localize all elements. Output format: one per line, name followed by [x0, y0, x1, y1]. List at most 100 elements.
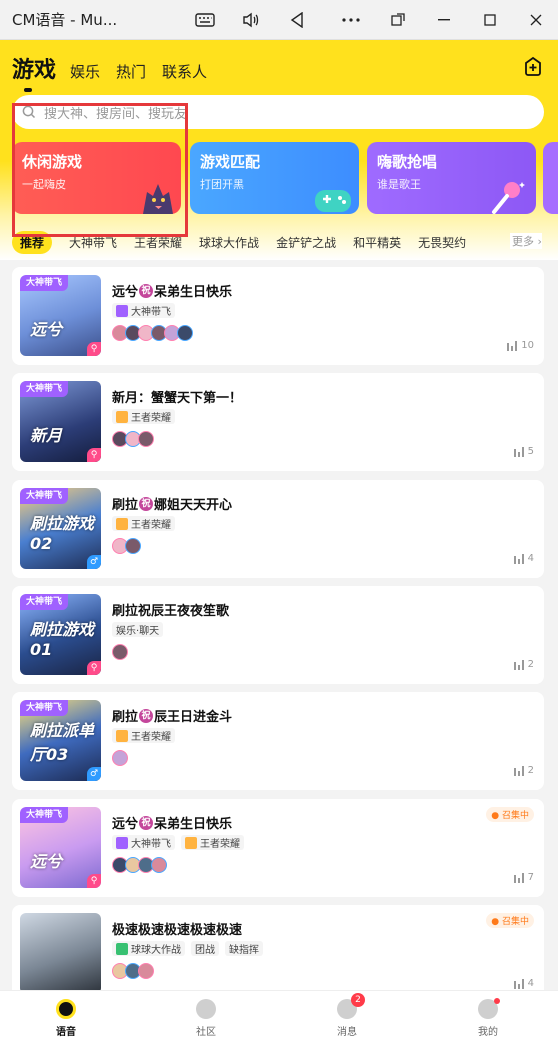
tab-contacts[interactable]: 联系人 — [162, 61, 207, 84]
thumbnail-caption: 远兮 — [30, 320, 63, 339]
signal-bars-icon — [513, 978, 524, 989]
add-room-icon[interactable] — [522, 55, 544, 77]
signal-bars-icon — [513, 446, 524, 457]
blessing-icon: 祝 — [139, 815, 154, 830]
more-filters-button[interactable]: 更多 › — [510, 233, 542, 249]
avatar — [177, 325, 193, 341]
minimize-icon[interactable] — [429, 6, 459, 34]
game-icon — [116, 304, 128, 317]
room-tag: 王者荣耀 — [112, 516, 175, 531]
room-tags: 王者荣耀 — [112, 516, 181, 531]
signal-bars-icon — [513, 659, 524, 670]
room-badge: 大神带飞 — [20, 700, 69, 716]
room-card[interactable]: 大神带飞 刷拉游戏01 ⚲ 刷拉祝辰王夜夜笙歌 娱乐·聊天 2 — [12, 586, 544, 684]
volume-icon[interactable] — [236, 6, 266, 34]
tab-hot[interactable]: 热门 — [116, 61, 146, 84]
filter-recommended[interactable]: 推荐 — [12, 230, 53, 254]
tab-games[interactable]: 游戏 — [12, 52, 56, 92]
room-tags: 王者荣耀 — [112, 728, 181, 743]
filter-tab[interactable]: 和平精英 — [353, 234, 401, 251]
signal-bars-icon — [513, 553, 524, 564]
window-title: CM语音 - Mu... — [12, 11, 118, 29]
thumbnail-caption: 新月 — [30, 426, 63, 445]
room-thumbnail: 大神带飞 刷拉游戏02 ♂ — [20, 488, 101, 569]
room-title-text: 刷拉祝辰王夜夜笙歌 — [112, 604, 230, 619]
tag-label: 王者荣耀 — [131, 732, 171, 743]
room-title-text: 新月：蟹蟹天下第一！ — [112, 391, 243, 406]
listener-count: 4 — [513, 553, 534, 564]
room-tag: 王者荣耀 — [112, 728, 175, 743]
filter-tab[interactable]: 金铲铲之战 — [276, 234, 336, 251]
game-icon — [116, 942, 128, 955]
keyboard-icon[interactable] — [190, 6, 220, 34]
room-thumbnail: 大神带飞 刷拉游戏01 ⚲ — [20, 594, 101, 675]
filter-tab[interactable]: 王者荣耀 — [134, 234, 182, 251]
room-card[interactable]: 大神带飞 新月 ⚲ 新月：蟹蟹天下第一！ 王者荣耀 5 — [12, 373, 544, 471]
room-title-text: 远兮 — [112, 285, 139, 300]
nav-voice[interactable]: 语音 — [36, 999, 96, 1038]
room-title-text: 呆弟生日快乐 — [154, 285, 233, 300]
avatar — [151, 857, 167, 873]
chat-icon: 2 — [337, 993, 365, 1019]
room-card[interactable]: 大神带飞 远兮 ⚲ 远兮祝呆弟生日快乐 大神带飞 10 — [12, 267, 544, 365]
room-tags: 大神带飞 王者荣耀 — [112, 835, 250, 850]
nav-label: 消息 — [337, 1027, 357, 1038]
nav-community[interactable]: 社区 — [176, 999, 236, 1038]
maximize-icon[interactable] — [475, 6, 505, 34]
filter-tab[interactable]: 球球大作战 — [199, 234, 259, 251]
room-tag: 王者荣耀 — [181, 835, 244, 850]
room-badge: 大神带飞 — [20, 488, 69, 504]
room-card[interactable]: 大神带飞 刷拉游戏02 ♂ 刷拉祝娜姐天天开心 王者荣耀 4 — [12, 480, 544, 578]
member-avatars — [112, 325, 193, 341]
listener-count: 5 — [513, 446, 534, 457]
game-icon — [116, 517, 128, 530]
more-label: 更多 — [512, 235, 534, 248]
search-tag-icon: ⚲ — [87, 448, 101, 462]
search-icon — [22, 105, 36, 119]
game-icon — [116, 836, 128, 849]
wolf-mascot-icon — [143, 184, 173, 214]
nav-messages[interactable]: 2 消息 — [317, 993, 377, 1038]
game-icon — [185, 836, 197, 849]
signal-bars-icon — [513, 765, 524, 776]
listener-count: 4 — [513, 978, 534, 989]
tag-label: 缺指挥 — [229, 945, 259, 956]
blessing-icon: 祝 — [139, 283, 154, 298]
filter-tab[interactable]: 无畏契约 — [418, 234, 466, 251]
close-icon[interactable] — [521, 6, 551, 34]
room-tags: 大神带飞 — [112, 303, 181, 318]
window-titlebar: CM语音 - Mu... — [0, 0, 558, 40]
tab-entertainment[interactable]: 娱乐 — [70, 61, 100, 84]
tag-label: 球球大作战 — [131, 945, 181, 956]
category-sing-grab[interactable]: 嗨歌抢唱 谁是歌王 — [367, 142, 536, 214]
header-area: 游戏 娱乐 热门 联系人 搜大神、搜房间、搜玩友 休闲游戏 一起嗨皮 游戏匹配 … — [0, 40, 558, 260]
category-casual-games[interactable]: 休闲游戏 一起嗨皮 — [12, 142, 181, 214]
room-tags: 娱乐·聊天 — [112, 622, 169, 637]
room-card[interactable]: 大神带飞 刷拉派单厅03 ♂ 刷拉祝辰王日进金斗 王者荣耀 2 — [12, 692, 544, 790]
screen-rotate-icon[interactable] — [383, 6, 413, 34]
room-card[interactable]: 极速极速极速极速极速 球球大作战 团战 缺指挥 ● 召集中 4 — [12, 905, 544, 1003]
category-game-match[interactable]: 游戏匹配 打团开黑 — [190, 142, 359, 214]
room-card[interactable]: 大神带飞 远兮 ⚲ 远兮祝呆弟生日快乐 大神带飞 王者荣耀 ● 召集中 7 — [12, 799, 544, 897]
male-icon: ♂ — [87, 767, 101, 781]
room-thumbnail — [20, 913, 101, 994]
room-title: 新月：蟹蟹天下第一！ — [112, 387, 242, 406]
filter-tab[interactable]: 大神带飞 — [69, 234, 117, 251]
back-icon[interactable] — [282, 6, 312, 34]
search-input[interactable]: 搜大神、搜房间、搜玩友 — [44, 103, 194, 122]
search-bar[interactable]: 搜大神、搜房间、搜玩友 — [12, 95, 544, 129]
recruiting-label: 召集中 — [501, 917, 529, 927]
thumbnail-caption: 远兮 — [30, 852, 63, 871]
more-menu-icon[interactable] — [336, 6, 366, 34]
microphone-icon — [492, 182, 525, 214]
nav-label: 语音 — [56, 1027, 76, 1038]
nav-profile[interactable]: 我的 — [458, 998, 518, 1038]
blessing-icon: 祝 — [139, 496, 154, 511]
notification-dot — [494, 998, 500, 1004]
member-avatars — [112, 538, 141, 554]
room-title-text: 娜姐天天开心 — [154, 498, 233, 513]
category-next-peek[interactable] — [543, 142, 558, 214]
avatar — [112, 750, 128, 766]
game-icon — [116, 410, 128, 423]
room-title: 远兮祝呆弟生日快乐 — [112, 281, 232, 300]
